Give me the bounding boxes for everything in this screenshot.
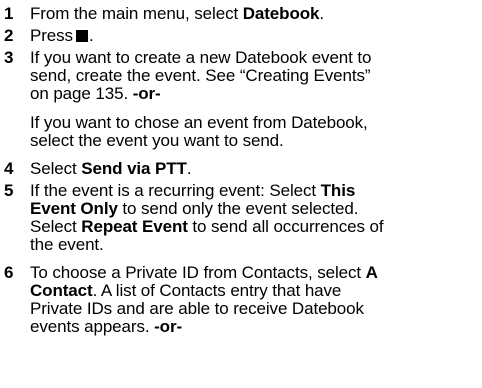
step-text: to send all occurrences of bbox=[187, 217, 384, 236]
step-1-line-1: From the main menu, select Datebook. bbox=[30, 4, 324, 23]
step-bold-term: -or- bbox=[132, 84, 161, 103]
step-text: . bbox=[319, 4, 324, 23]
step-text: Press bbox=[30, 26, 73, 45]
step-3-line-3: on page 135. -or- bbox=[30, 84, 161, 103]
step-bold-term: Repeat Event bbox=[81, 217, 188, 236]
step-text: the event. bbox=[30, 235, 104, 254]
menu-key-icon bbox=[75, 30, 88, 42]
step-text: events appears. bbox=[30, 317, 155, 336]
step-bold-term: Send via PTT bbox=[81, 159, 187, 178]
step-6-line-2: Contact. A list of Contacts entry that h… bbox=[30, 281, 341, 300]
step-6-line-3: Private IDs and are able to receive Date… bbox=[30, 299, 364, 318]
step-text: To choose a Private ID from Contacts, se… bbox=[30, 263, 366, 282]
step-text: If you want to create a new Datebook eve… bbox=[30, 48, 372, 67]
step-bold-term: Event Only bbox=[30, 199, 118, 218]
step-text: . bbox=[88, 26, 94, 45]
step-3-line-1: If you want to create a new Datebook eve… bbox=[30, 48, 371, 67]
step-bold-term: This bbox=[320, 181, 356, 200]
step-bold-term: Datebook bbox=[242, 4, 320, 23]
step-4-line-1: Select Send via PTT. bbox=[30, 159, 192, 178]
step-5-line-1: If the event is a recurring event: Selec… bbox=[30, 181, 355, 200]
step-text: . bbox=[186, 159, 192, 178]
step-number: 1 bbox=[4, 4, 14, 23]
step-6-line-1: To choose a Private ID from Contacts, se… bbox=[30, 263, 378, 282]
instruction-page: 1 From the main menu, select Datebook. 2… bbox=[0, 0, 482, 388]
step-text: If you want to chose an event from Dateb… bbox=[30, 113, 368, 132]
step-3-line-5: select the event you want to send. bbox=[30, 131, 284, 150]
step-text: If the event is a recurring event: Selec… bbox=[30, 181, 321, 200]
step-text: From the main menu, select bbox=[30, 4, 243, 23]
step-number: 2 bbox=[4, 26, 14, 45]
step-text: send, create the event. See “Creating Ev… bbox=[30, 66, 371, 85]
step-6-line-4: events appears. -or- bbox=[30, 317, 182, 336]
step-bold-term: -or- bbox=[154, 317, 183, 336]
step-text: to send only the event selected. bbox=[117, 199, 359, 218]
step-3-line-4: If you want to chose an event from Dateb… bbox=[30, 113, 368, 132]
step-text: on page 135. bbox=[30, 84, 133, 103]
step-number: 4 bbox=[4, 159, 14, 178]
step-text: Private IDs and are able to receive Date… bbox=[30, 299, 364, 318]
step-bold-term: Contact bbox=[30, 281, 93, 300]
step-text: select the event you want to send. bbox=[30, 131, 284, 150]
step-5-line-2: Event Only to send only the event select… bbox=[30, 199, 358, 218]
step-number: 6 bbox=[4, 263, 14, 282]
step-text: Select bbox=[30, 217, 82, 236]
step-bold-term: A bbox=[365, 263, 378, 282]
step-number: 3 bbox=[4, 48, 14, 67]
step-number: 5 bbox=[4, 181, 14, 200]
step-text: . A list of Contacts entry that have bbox=[92, 281, 342, 300]
step-3-line-2: send, create the event. See “Creating Ev… bbox=[30, 66, 371, 85]
step-2-line-1: Press. bbox=[30, 26, 94, 45]
step-text: Select bbox=[30, 159, 82, 178]
step-5-line-3: Select Repeat Event to send all occurren… bbox=[30, 217, 384, 236]
step-5-line-4: the event. bbox=[30, 235, 104, 254]
